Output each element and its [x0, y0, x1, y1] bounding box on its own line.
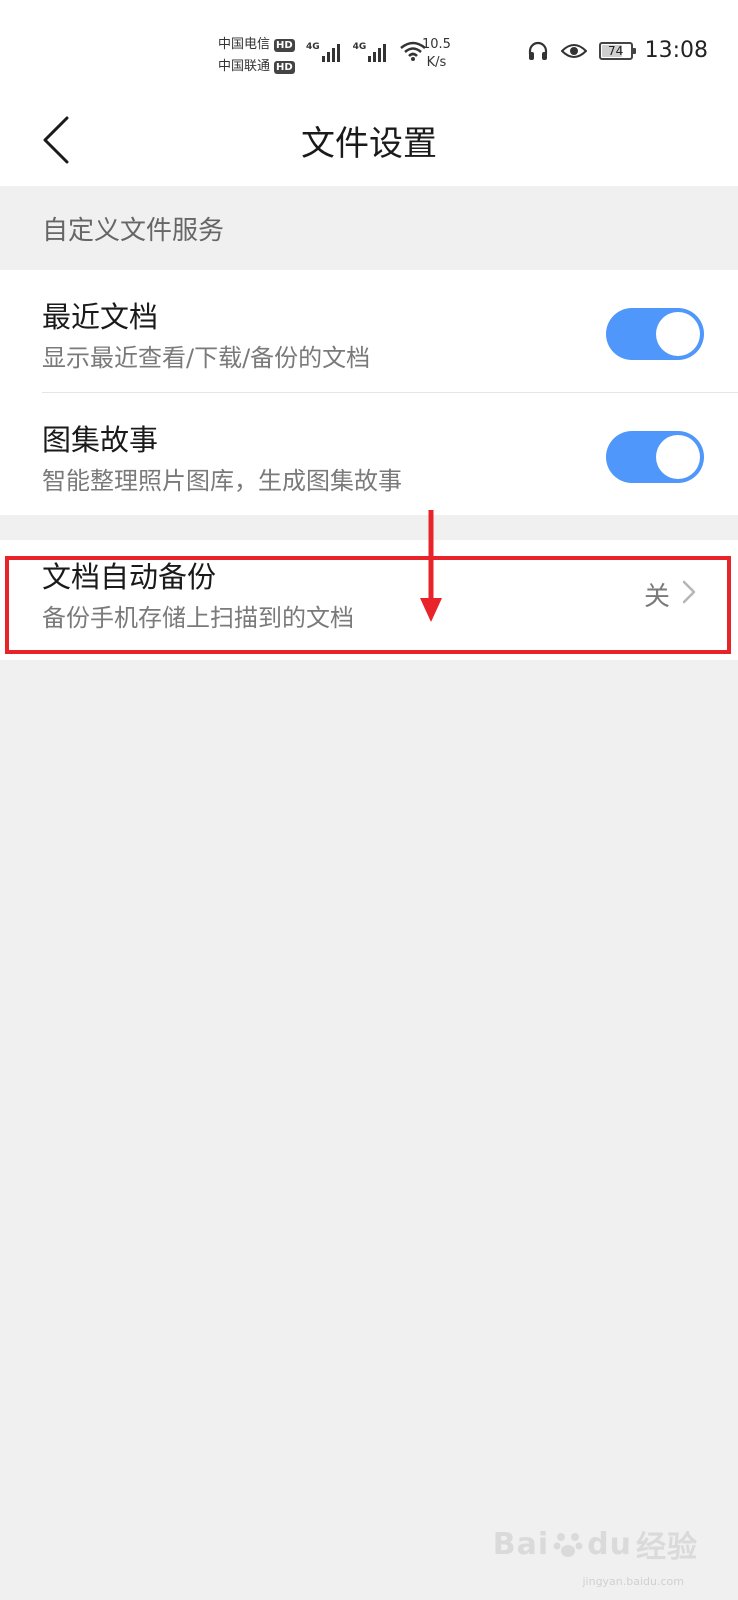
carrier-info: 中国电信 HD 中国联通 HD	[218, 34, 295, 78]
settings-group-toggles: 最近文档 显示最近查看/下载/备份的文档 图集故事 智能整理照片图库，生成图集故…	[0, 270, 738, 515]
speed-value: 10.5	[422, 37, 451, 52]
paw-icon	[553, 1533, 583, 1557]
page-title: 文件设置	[301, 124, 437, 164]
signal-icon	[321, 44, 340, 62]
headset-icon	[528, 41, 547, 60]
setting-row-auto-backup[interactable]: 文档自动备份 备份手机存储上扫描到的文档 关	[0, 540, 738, 660]
watermark-url: jingyan.baidu.com	[582, 1575, 684, 1588]
section-header: 自定义文件服务	[0, 186, 738, 270]
network-type-1: 4G	[306, 42, 320, 52]
hd-badge: HD	[274, 38, 295, 52]
gallery-story-toggle[interactable]	[606, 431, 704, 483]
carrier-2-label: 中国联通	[218, 59, 271, 74]
auto-backup-status: 关	[643, 582, 670, 612]
setting-subtitle: 显示最近查看/下载/备份的文档	[42, 344, 371, 372]
setting-subtitle: 智能整理照片图库，生成图集故事	[42, 467, 402, 495]
eye-icon	[560, 43, 587, 58]
chevron-right-icon	[682, 580, 696, 604]
setting-title: 图集故事	[42, 423, 159, 457]
battery-icon: 74	[598, 41, 636, 60]
signal-icon	[368, 44, 387, 62]
watermark-brand-2: du	[587, 1526, 632, 1562]
signal-indicators: 4G 4G	[306, 40, 427, 62]
section-label: 自定义文件服务	[42, 216, 225, 246]
speed-unit: K/s	[426, 55, 447, 70]
setting-title: 文档自动备份	[42, 560, 217, 594]
toggle-knob	[656, 435, 700, 479]
carrier-1-label: 中国电信	[218, 37, 271, 52]
network-type-2: 4G	[352, 42, 367, 52]
watermark-brand: Bai	[492, 1526, 550, 1562]
nav-header: 文件设置	[0, 96, 738, 186]
setting-title: 最近文档	[42, 300, 159, 334]
status-time: 13:08	[644, 38, 708, 63]
settings-group-backup: 文档自动备份 备份手机存储上扫描到的文档 关	[0, 540, 738, 660]
recent-docs-toggle[interactable]	[606, 308, 704, 360]
baidu-watermark: Bai du 经验	[493, 1522, 698, 1566]
setting-row-recent-docs[interactable]: 最近文档 显示最近查看/下载/备份的文档	[0, 270, 738, 392]
setting-subtitle: 备份手机存储上扫描到的文档	[42, 604, 354, 632]
status-bar: 中国电信 HD 中国联通 HD 4G 4G 10.5 K/s 74 13:08	[0, 0, 738, 96]
setting-row-gallery-story[interactable]: 图集故事 智能整理照片图库，生成图集故事	[0, 393, 738, 515]
battery-level: 74	[607, 43, 624, 58]
status-right-group: 74 13:08	[527, 38, 708, 63]
hd-badge: HD	[274, 60, 295, 74]
network-speed: 10.5 K/s	[422, 36, 451, 72]
watermark-label: 经验	[636, 1530, 698, 1565]
toggle-knob	[656, 312, 700, 356]
